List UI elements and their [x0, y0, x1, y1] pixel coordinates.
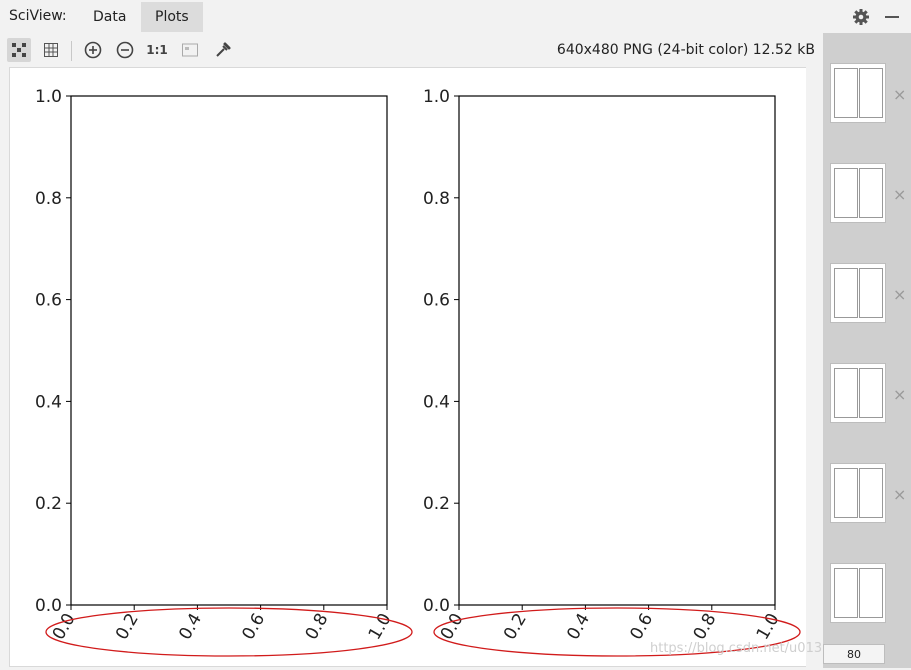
y-tick-label: 0.0	[423, 596, 450, 616]
y-tick-label: 1.0	[35, 87, 62, 107]
zoom-out-icon[interactable]	[113, 38, 137, 62]
y-tick-label: 0.8	[35, 189, 62, 209]
close-icon[interactable]: ×	[893, 485, 906, 504]
x-tick-label: 0.2	[112, 610, 143, 643]
close-icon[interactable]: ×	[893, 85, 906, 104]
x-tick-label: 0.6	[238, 610, 269, 643]
page-badge: 80	[823, 644, 885, 664]
x-tick-label: 1.0	[753, 610, 784, 643]
plot-canvas: 0.0 0.2 0.4 0.6 0.8 1.0 0.0 0.2 0.4 0.6 0.8 1.0 0.0 0…	[9, 67, 808, 667]
y-tick-label: 0.0	[35, 596, 62, 616]
thumbnail-panel: × × × × ×	[823, 33, 911, 668]
x-tick-label: 0.8	[690, 610, 721, 643]
y-tick-label: 0.2	[423, 494, 450, 514]
plot-thumbnail[interactable]	[830, 463, 886, 523]
axes-frame	[70, 95, 388, 606]
app-title: SciView:	[9, 8, 67, 24]
eyedropper-icon[interactable]	[211, 38, 235, 62]
x-tick-label: 0.6	[626, 610, 657, 643]
y-tick-label: 0.4	[423, 392, 450, 412]
plot-toolbar: 1:1 640x480 PNG (24-bit color) 12.52 kB	[0, 33, 823, 67]
toolbar-separator	[71, 41, 72, 61]
close-icon[interactable]: ×	[893, 385, 906, 404]
actual-size-icon[interactable]: 1:1	[145, 38, 169, 62]
close-icon[interactable]: ×	[893, 185, 906, 204]
y-tick-label: 0.8	[423, 189, 450, 209]
y-tick-label: 0.4	[35, 392, 62, 412]
plot-thumbnail[interactable]	[830, 363, 886, 423]
grid-dots-icon[interactable]	[7, 38, 31, 62]
x-tick-label: 0.8	[302, 610, 333, 643]
x-tick-label: 0.4	[175, 610, 206, 643]
y-tick-label: 1.0	[423, 87, 450, 107]
axes-frame	[458, 95, 776, 606]
tab-data[interactable]: Data	[79, 2, 140, 32]
gear-icon[interactable]	[852, 8, 870, 26]
plot-thumbnail[interactable]	[830, 263, 886, 323]
fit-icon[interactable]	[178, 38, 202, 62]
tab-plots[interactable]: Plots	[141, 2, 203, 32]
close-icon[interactable]: ×	[893, 285, 906, 304]
figure-svg: 0.00.20.40.60.81.00.0 0.2 0.4 0.6 0.8 1.00.00…	[35, 87, 801, 657]
plot-thumbnail[interactable]	[830, 63, 886, 123]
x-tick-label: 0.4	[563, 610, 594, 643]
table-icon[interactable]	[39, 38, 63, 62]
zoom-in-icon[interactable]	[81, 38, 105, 62]
minimize-icon[interactable]	[885, 16, 899, 18]
y-tick-label: 0.6	[423, 291, 450, 311]
sciview-header: SciView: Data Plots	[0, 0, 911, 34]
plot-thumbnail[interactable]	[830, 563, 886, 623]
x-tick-label: 0.2	[500, 610, 531, 643]
x-tick-label: 1.0	[365, 610, 396, 643]
plot-thumbnail[interactable]	[830, 163, 886, 223]
canvas-scrollbar[interactable]	[806, 67, 821, 668]
image-info: 640x480 PNG (24-bit color) 12.52 kB	[556, 42, 815, 58]
y-tick-label: 0.2	[35, 494, 62, 514]
y-tick-label: 0.6	[35, 291, 62, 311]
annotation-ellipse	[45, 607, 413, 657]
